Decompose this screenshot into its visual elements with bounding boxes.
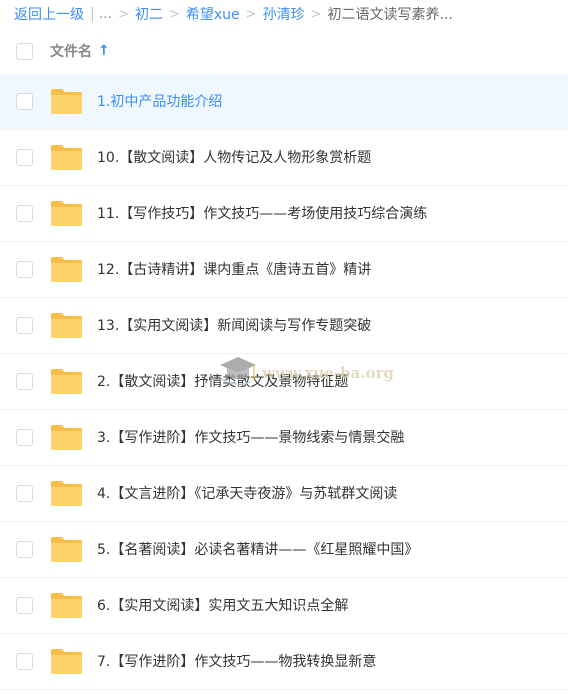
breadcrumb-item[interactable]: 希望xue — [186, 4, 240, 24]
file-name[interactable]: 7.【写作进阶】作文技巧——物我转换显新意 — [97, 634, 376, 690]
row-checkbox[interactable] — [16, 541, 33, 558]
row-checkbox[interactable] — [16, 597, 33, 614]
folder-icon — [51, 257, 82, 282]
row-checkbox[interactable] — [16, 261, 33, 278]
file-row[interactable]: 11.【写作技巧】作文技巧——考场使用技巧综合演练 — [0, 186, 568, 242]
row-checkbox[interactable] — [16, 429, 33, 446]
file-name[interactable]: 11.【写作技巧】作文技巧——考场使用技巧综合演练 — [97, 186, 427, 242]
file-name[interactable]: 13.【实用文阅读】新闻阅读与写作专题突破 — [97, 298, 371, 354]
folder-icon — [51, 649, 82, 674]
file-row[interactable]: 5.【名著阅读】必读名著精讲——《红星照耀中国》 — [0, 522, 568, 578]
row-checkbox[interactable] — [16, 485, 33, 502]
file-row[interactable]: 4.【文言进阶】《记承天寺夜游》与苏轼群文阅读 — [0, 466, 568, 522]
file-name[interactable]: 2.【散文阅读】抒情类散文及景物特征题 — [97, 354, 348, 410]
breadcrumb-ellipsis[interactable]: ... — [99, 6, 112, 22]
filename-column-label: 文件名 — [50, 44, 92, 60]
file-row[interactable]: 7.【写作进阶】作文技巧——物我转换显新意 — [0, 634, 568, 690]
back-link[interactable]: 返回上一级 — [14, 4, 84, 24]
row-checkbox[interactable] — [16, 205, 33, 222]
row-checkbox[interactable] — [16, 149, 33, 166]
list-header: 文件名 ↑ — [0, 28, 568, 75]
file-row[interactable]: 2.【散文阅读】抒情类散文及景物特征题 — [0, 354, 568, 410]
filename-column-header[interactable]: 文件名 ↑ — [50, 41, 110, 61]
file-row[interactable]: 1.初中产品功能介绍 — [0, 74, 568, 130]
file-name[interactable]: 12.【古诗精讲】课内重点《唐诗五首》精讲 — [97, 242, 371, 298]
breadcrumb-separator-icon: > — [245, 6, 257, 22]
file-row[interactable]: 12.【古诗精讲】课内重点《唐诗五首》精讲 — [0, 242, 568, 298]
file-list: 1.初中产品功能介绍 10.【散文阅读】人物传记及人物形象赏析题 11.【写作技巧】… — [0, 74, 568, 690]
folder-icon — [51, 593, 82, 618]
file-name[interactable]: 6.【实用文阅读】实用文五大知识点全解 — [97, 578, 348, 634]
breadcrumb-separator-icon: > — [118, 6, 129, 22]
folder-icon — [51, 369, 82, 394]
folder-icon — [51, 89, 82, 114]
file-row[interactable]: 6.【实用文阅读】实用文五大知识点全解 — [0, 578, 568, 634]
row-checkbox[interactable] — [16, 317, 33, 334]
file-name[interactable]: 4.【文言进阶】《记承天寺夜游》与苏轼群文阅读 — [97, 466, 397, 522]
file-name[interactable]: 1.初中产品功能介绍 — [97, 74, 222, 130]
folder-icon — [51, 313, 82, 338]
folder-icon — [51, 425, 82, 450]
sort-ascending-arrow-icon[interactable]: ↑ — [98, 43, 110, 59]
file-name[interactable]: 5.【名著阅读】必读名著精讲——《红星照耀中国》 — [97, 522, 418, 578]
folder-icon — [51, 201, 82, 226]
breadcrumb-item[interactable]: 孙清珍 — [263, 4, 305, 24]
folder-icon — [51, 481, 82, 506]
select-all-checkbox[interactable] — [16, 42, 33, 60]
breadcrumb-item[interactable]: 初二 — [135, 4, 163, 24]
file-row[interactable]: 13.【实用文阅读】新闻阅读与写作专题突破 — [0, 298, 568, 354]
row-checkbox[interactable] — [16, 93, 33, 110]
breadcrumb-separator-icon: > — [168, 6, 180, 22]
file-row[interactable]: 10.【散文阅读】人物传记及人物形象赏析题 — [0, 130, 568, 186]
breadcrumb-separator-icon: > — [310, 6, 322, 22]
row-checkbox[interactable] — [16, 373, 33, 390]
file-row[interactable]: 3.【写作进阶】作文技巧——景物线索与情景交融 — [0, 410, 568, 466]
file-name[interactable]: 10.【散文阅读】人物传记及人物形象赏析题 — [97, 130, 371, 186]
breadcrumb: 返回上一级 | ... > 初二 > 希望xue > 孙清珍 > 初二语文读写素… — [14, 0, 564, 28]
row-checkbox[interactable] — [16, 653, 33, 670]
folder-icon — [51, 537, 82, 562]
file-name[interactable]: 3.【写作进阶】作文技巧——景物线索与情景交融 — [97, 410, 404, 466]
breadcrumb-current: 初二语文读写素养... — [327, 7, 453, 23]
file-browser: 返回上一级 | ... > 初二 > 希望xue > 孙清珍 > 初二语文读写素… — [0, 0, 568, 695]
folder-icon — [51, 145, 82, 170]
breadcrumb-divider: | — [90, 6, 95, 22]
